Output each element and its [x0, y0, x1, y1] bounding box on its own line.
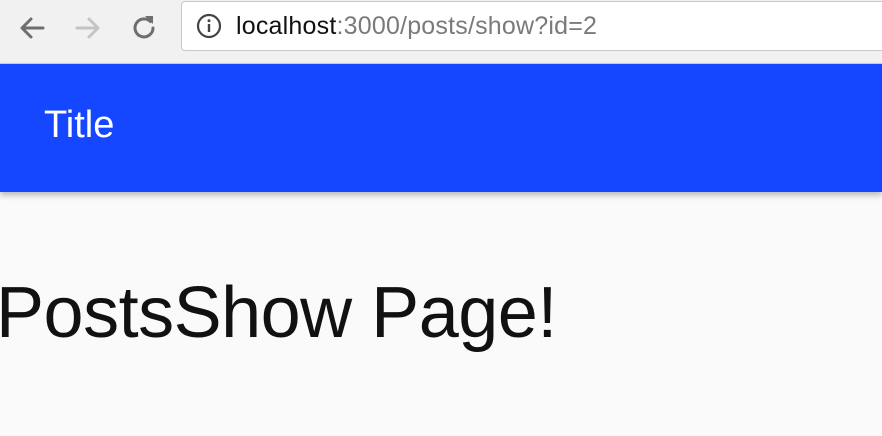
- url-host: localhost: [236, 11, 337, 40]
- site-info-icon[interactable]: [196, 13, 222, 39]
- back-button[interactable]: [12, 8, 52, 48]
- address-bar[interactable]: localhost:3000/posts/show?id=2: [181, 1, 882, 51]
- reload-icon: [133, 16, 155, 39]
- url-text[interactable]: localhost:3000/posts/show?id=2: [236, 12, 597, 41]
- back-arrow-icon: [20, 17, 45, 39]
- app-bar: Title: [0, 64, 882, 192]
- forward-button[interactable]: [68, 8, 108, 48]
- page-heading: PostsShow Page!: [0, 273, 557, 353]
- browser-toolbar: localhost:3000/posts/show?id=2: [0, 0, 882, 64]
- app-bar-title: Title: [44, 104, 115, 146]
- reload-button[interactable]: [124, 8, 164, 48]
- forward-arrow-icon: [75, 17, 100, 39]
- url-path: :3000/posts/show?id=2: [336, 11, 598, 40]
